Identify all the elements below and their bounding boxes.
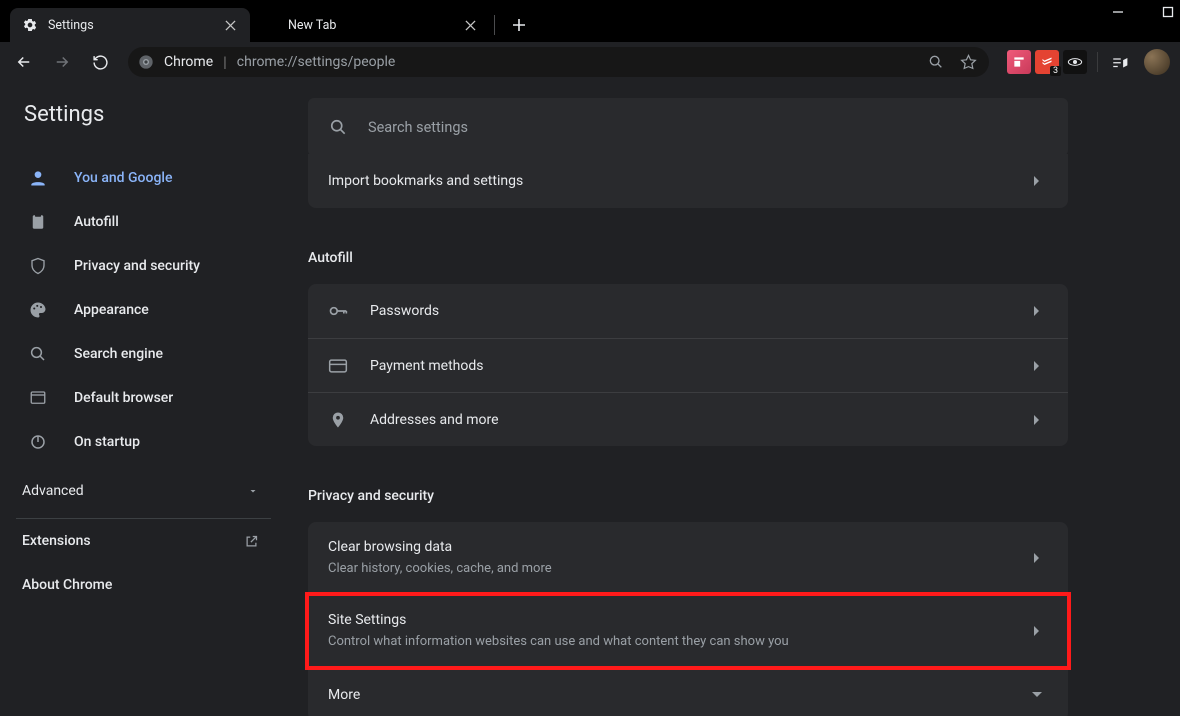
chevron-right-icon — [1033, 552, 1041, 564]
person-icon — [28, 168, 48, 188]
row-payment-methods[interactable]: Payment methods — [308, 338, 1068, 392]
autofill-card: Passwords Payment methods Addresses and … — [308, 284, 1068, 446]
sidebar-item-appearance[interactable]: Appearance — [0, 288, 287, 332]
external-link-icon — [244, 534, 259, 549]
sidebar-item-on-startup[interactable]: On startup — [0, 420, 287, 464]
sidebar-item-label: Appearance — [74, 302, 149, 318]
advanced-label: Advanced — [22, 483, 84, 499]
row-addresses[interactable]: Addresses and more — [308, 392, 1068, 446]
media-control-button[interactable] — [1108, 50, 1132, 74]
row-label: Site Settings — [328, 611, 1004, 629]
extensions-row: 3 — [1001, 49, 1170, 75]
settings-sidebar: Settings You and Google Autofill Privacy… — [0, 82, 288, 716]
window-controls — [1112, 6, 1174, 18]
forward-button[interactable] — [46, 46, 78, 78]
settings-title: Settings — [0, 82, 287, 148]
row-more[interactable]: More — [308, 667, 1068, 716]
maximize-button[interactable] — [1162, 6, 1174, 18]
tab-title: New Tab — [288, 18, 452, 33]
sidebar-about-chrome[interactable]: About Chrome — [0, 563, 287, 607]
sidebar-item-label: Search engine — [74, 346, 163, 362]
chevron-right-icon — [1033, 625, 1041, 637]
sidebar-item-search-engine[interactable]: Search engine — [0, 332, 287, 376]
extension-1[interactable] — [1007, 50, 1031, 74]
row-label: Addresses and more — [370, 411, 1004, 429]
row-label: More — [328, 686, 1004, 704]
separator — [1097, 52, 1098, 72]
sidebar-item-label: On startup — [74, 434, 140, 450]
location-pin-icon — [328, 410, 348, 430]
window-icon — [28, 388, 48, 408]
sidebar-item-label: Default browser — [74, 390, 173, 406]
row-clear-browsing-data[interactable]: Clear browsing data Clear history, cooki… — [308, 522, 1068, 594]
sidebar-item-privacy[interactable]: Privacy and security — [0, 244, 287, 288]
row-passwords[interactable]: Passwords — [308, 284, 1068, 338]
sidebar-item-label: Autofill — [74, 214, 119, 230]
reload-button[interactable] — [84, 46, 116, 78]
key-icon — [328, 301, 348, 321]
bookmark-star-icon[interactable] — [957, 51, 979, 73]
about-label: About Chrome — [22, 577, 112, 593]
row-import-bookmarks[interactable]: Import bookmarks and settings — [308, 154, 1068, 208]
chevron-right-icon — [1033, 360, 1041, 372]
import-label: Import bookmarks and settings — [328, 172, 1004, 190]
tab-title: Settings — [48, 18, 212, 33]
settings-search-input[interactable] — [368, 119, 1048, 136]
row-sublabel: Clear history, cookies, cache, and more — [328, 560, 1004, 578]
toolbar: Chrome | chrome://settings/people 3 — [0, 42, 1180, 82]
settings-search[interactable] — [308, 98, 1068, 156]
sidebar-item-you-and-google[interactable]: You and Google — [0, 156, 287, 200]
search-icon — [328, 117, 348, 137]
sidebar-nav-list: You and Google Autofill Privacy and secu… — [0, 148, 287, 464]
omnibox-url: chrome://settings/people — [237, 54, 915, 70]
search-icon — [28, 344, 48, 364]
row-label: Payment methods — [370, 357, 1004, 375]
extension-badge: 3 — [1050, 66, 1061, 76]
omnibox-separator: | — [223, 53, 227, 71]
chevron-down-icon — [247, 485, 259, 497]
shield-icon — [28, 256, 48, 276]
sidebar-item-default-browser[interactable]: Default browser — [0, 376, 287, 420]
tab-close-icon[interactable] — [222, 17, 238, 33]
settings-content: Import bookmarks and settings Autofill P… — [288, 82, 1180, 716]
tab-separator — [494, 15, 495, 35]
extensions-label: Extensions — [22, 533, 91, 549]
back-button[interactable] — [8, 46, 40, 78]
clipboard-icon — [28, 212, 48, 232]
row-label: Clear browsing data — [328, 538, 1004, 556]
omnibox[interactable]: Chrome | chrome://settings/people — [128, 47, 989, 77]
zoom-icon[interactable] — [925, 51, 947, 73]
tab-settings[interactable]: Settings — [10, 8, 250, 42]
chevron-right-icon — [1033, 305, 1041, 317]
power-icon — [28, 432, 48, 452]
extension-2-todoist[interactable]: 3 — [1035, 50, 1059, 74]
chevron-right-icon — [1033, 414, 1041, 426]
sidebar-item-label: Privacy and security — [74, 258, 200, 274]
profile-avatar[interactable] — [1144, 49, 1170, 75]
omnibox-product: Chrome — [164, 54, 213, 70]
chrome-logo-icon — [138, 54, 154, 70]
tab-close-icon[interactable] — [462, 17, 478, 33]
section-title-autofill: Autofill — [308, 214, 1068, 284]
gear-icon — [22, 17, 38, 33]
sidebar-item-autofill[interactable]: Autofill — [0, 200, 287, 244]
row-label: Passwords — [370, 302, 1004, 320]
sidebar-item-label: You and Google — [74, 170, 172, 186]
row-site-settings[interactable]: Site Settings Control what information w… — [308, 594, 1068, 667]
extension-3[interactable] — [1063, 50, 1087, 74]
privacy-card: Clear browsing data Clear history, cooki… — [308, 522, 1068, 716]
row-sublabel: Control what information websites can us… — [328, 633, 1004, 651]
sidebar-extensions[interactable]: Extensions — [0, 519, 287, 563]
tab-new-tab[interactable]: New Tab — [250, 8, 490, 42]
section-title-privacy: Privacy and security — [308, 452, 1068, 522]
palette-icon — [28, 300, 48, 320]
blank-favicon — [262, 17, 278, 33]
minimize-button[interactable] — [1112, 6, 1124, 18]
sidebar-advanced[interactable]: Advanced — [0, 464, 287, 518]
tabstrip: Settings New Tab — [0, 0, 1180, 42]
chevron-down-icon — [1031, 691, 1043, 699]
new-tab-button[interactable] — [505, 11, 533, 39]
credit-card-icon — [328, 356, 348, 376]
chevron-right-icon — [1033, 175, 1041, 187]
